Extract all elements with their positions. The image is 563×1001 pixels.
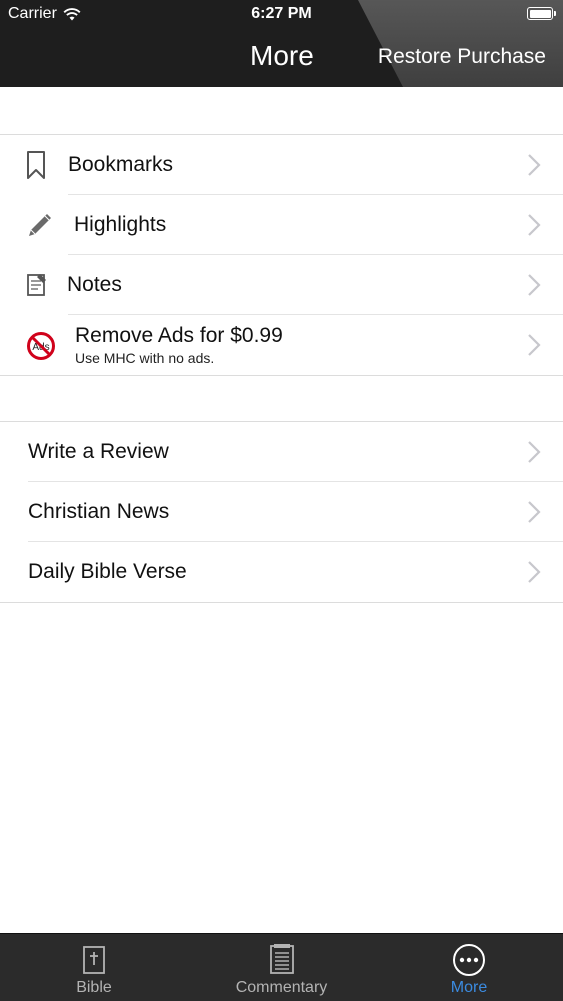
- list-item-write-review[interactable]: Write a Review: [0, 422, 563, 482]
- list-item-christian-news[interactable]: Christian News: [0, 482, 563, 542]
- bible-icon: [83, 946, 105, 974]
- list-item-label: Bookmarks: [68, 153, 174, 176]
- chevron-right-icon: [528, 441, 541, 463]
- list-item-label: Daily Bible Verse: [28, 560, 187, 583]
- status-bar: Carrier 6:27 PM: [0, 0, 563, 30]
- chevron-right-icon: [528, 274, 541, 296]
- list-item-bookmarks[interactable]: Bookmarks: [0, 135, 563, 195]
- tab-label: Commentary: [235, 979, 328, 996]
- no-ads-icon: Ads: [27, 332, 55, 360]
- section-links: Write a Review Christian News Daily Bibl…: [0, 421, 563, 603]
- chevron-right-icon: [528, 561, 541, 583]
- notes-icon: [27, 274, 46, 296]
- list-item-label: Notes: [67, 273, 122, 296]
- list-item-highlights[interactable]: Highlights: [0, 195, 563, 255]
- chevron-right-icon: [528, 214, 541, 236]
- list-item-notes[interactable]: Notes: [0, 255, 563, 315]
- status-time: 6:27 PM: [251, 5, 312, 22]
- tab-bible[interactable]: Bible: [0, 934, 188, 1001]
- tab-more[interactable]: More: [375, 934, 563, 1001]
- bookmark-icon: [27, 151, 45, 179]
- battery-icon: [527, 7, 556, 20]
- chevron-right-icon: [528, 501, 541, 523]
- chevron-right-icon: [528, 334, 541, 356]
- tab-bar: Bible Commentary More: [0, 933, 563, 1001]
- list-item-label: Highlights: [74, 213, 167, 236]
- list-item-label: Write a Review: [28, 440, 169, 463]
- pencil-icon: [29, 214, 51, 236]
- navigation-header: Carrier 6:27 PM More Restore Purchase: [0, 0, 563, 87]
- list-item-remove-ads[interactable]: Ads Remove Ads for $0.99 Use MHC with no…: [0, 315, 563, 375]
- chevron-right-icon: [528, 154, 541, 176]
- tab-commentary[interactable]: Commentary: [188, 934, 375, 1001]
- list-item-label: Christian News: [28, 500, 170, 523]
- page-title: More: [250, 40, 314, 71]
- commentary-icon: [269, 944, 294, 974]
- tab-label: Bible: [76, 979, 112, 996]
- section-features: Bookmarks Highlights Notes Remove Ads fo…: [0, 134, 563, 376]
- tab-label: More: [450, 979, 488, 996]
- list-item-daily-bible-verse[interactable]: Daily Bible Verse: [0, 542, 563, 602]
- list-item-sublabel: Use MHC with no ads.: [75, 350, 215, 366]
- more-icon: [453, 944, 485, 976]
- list-item-label: Remove Ads for $0.99: [75, 324, 283, 347]
- restore-purchase-button[interactable]: Restore Purchase: [378, 45, 546, 69]
